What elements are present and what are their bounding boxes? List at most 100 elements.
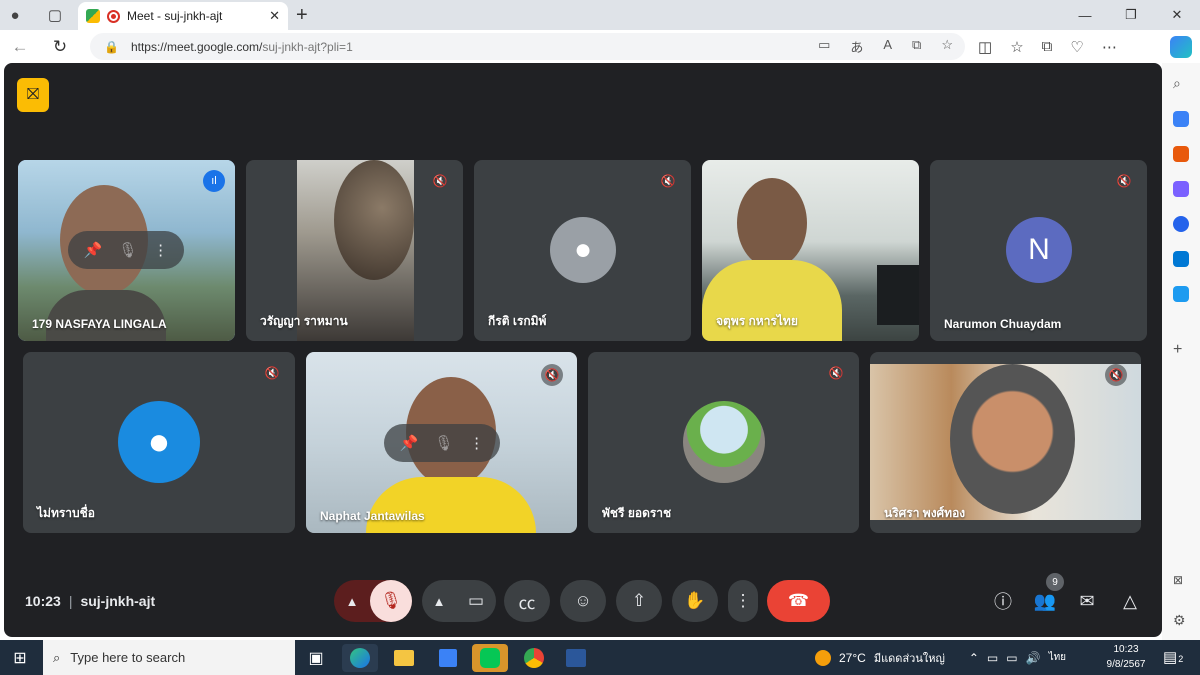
notifications-icon[interactable]: ▤2 [1163, 648, 1183, 666]
more-options-icon[interactable]: ⋮ [153, 241, 168, 259]
minimize-icon[interactable]: — [1062, 0, 1108, 30]
network-icon[interactable]: ▭ [987, 651, 998, 665]
battery-icon[interactable]: ▭ [1006, 651, 1017, 665]
back-icon[interactable]: ← [0, 37, 40, 57]
meeting-details-icon[interactable]: ⓘ [988, 586, 1018, 616]
split-screen-icon[interactable]: ◫ [978, 38, 992, 56]
edge-app-icon[interactable] [342, 644, 378, 672]
favorite-star-icon[interactable]: ☆ [941, 37, 953, 56]
games-icon[interactable] [1173, 181, 1189, 197]
profile-icon[interactable]: ● [0, 0, 30, 30]
participant-name: วรัญญา ราหมาน [260, 314, 348, 328]
file-explorer-icon[interactable] [386, 644, 422, 672]
mute-mic-icon[interactable]: 🎙 [118, 241, 137, 259]
refresh-icon[interactable]: ↻ [40, 37, 80, 57]
more-menu-icon[interactable]: ⋯ [1102, 38, 1117, 56]
muted-icon: 🔇 [1105, 364, 1127, 386]
emoji-reactions-button[interactable]: ☺ [560, 580, 606, 622]
tab-meet[interactable]: Meet - suj-jnkh-ajt ✕ [78, 2, 288, 30]
participant-name: ไม่ทราบชื่อ [37, 506, 96, 520]
chrome-app-icon[interactable] [516, 644, 552, 672]
hide-sidebar-icon[interactable]: ⊠ [1173, 573, 1189, 589]
meet-stage [4, 63, 1162, 637]
search-icon[interactable]: ⌕ [1173, 75, 1189, 91]
collections-icon[interactable]: ⧉ [1042, 38, 1053, 55]
send-icon[interactable] [1173, 286, 1189, 302]
language-indicator[interactable]: ไทย [1049, 650, 1066, 665]
tab-actions-icon[interactable]: ▢ [40, 0, 70, 30]
mic-control-group: ▲ 🎙 [334, 580, 412, 622]
tab-close-icon[interactable]: ✕ [269, 8, 280, 24]
settings-gear-icon[interactable]: ⚙ [1173, 612, 1189, 628]
participant-tile[interactable]: 📌 🎙 ⋮ 🔇 Naphat Jantawilas [306, 352, 577, 533]
app-available-icon[interactable]: ⧉ [912, 37, 921, 56]
camera-button[interactable]: ▭ [456, 591, 496, 611]
url-path: suj-jnkh-ajt?pli=1 [262, 39, 353, 54]
windows-start-icon[interactable]: ⊞ [0, 640, 40, 675]
weather-desc: มีแดดส่วนใหญ่ [873, 652, 945, 665]
camera-off-badge-icon[interactable]: ⛝ [17, 78, 49, 112]
participant-tile[interactable]: ● 🔇 ไม่ทราบชื่อ [23, 352, 295, 533]
participant-tile[interactable]: 🔇 นริศรา พงศ์ทอง [870, 352, 1141, 533]
raise-hand-button[interactable]: ✋ [672, 580, 718, 622]
shopping-icon[interactable] [1173, 111, 1189, 127]
participant-shirt [366, 477, 536, 533]
participant-tile[interactable]: ● 🔇 กีรติ เรกมิพ์ [474, 160, 691, 341]
edge-sidebar: ⌕ + ⊠ ⚙ [1162, 63, 1200, 640]
participant-tile[interactable]: จตุพร กหารไทย [702, 160, 919, 341]
browser-essentials-icon[interactable]: ♡ [1070, 38, 1083, 56]
meet-favicon-icon [86, 9, 100, 23]
leave-call-button[interactable]: ☎ [767, 580, 830, 622]
present-screen-button[interactable]: ⇧ [616, 580, 662, 622]
pin-icon[interactable]: 📌 [400, 434, 419, 452]
activities-icon[interactable]: △ [1115, 586, 1145, 616]
clock-date: 9/8/2567 [1106, 659, 1146, 670]
mic-off-button[interactable]: 🎙 [370, 580, 412, 622]
system-clock[interactable]: 10:23 9/8/2567 [1100, 642, 1152, 672]
participant-tile[interactable]: 🔇 พัชรี ยอดราช [588, 352, 859, 533]
tools-icon[interactable] [1173, 146, 1189, 162]
lock-icon: 🔒 [104, 39, 119, 54]
store-app-icon[interactable] [430, 644, 466, 672]
volume-icon[interactable]: 🔊 [1026, 651, 1041, 665]
participant-name: พัชรี ยอดราช [602, 506, 672, 520]
task-view-icon[interactable]: ▣ [298, 644, 334, 672]
tray-chevron-icon[interactable]: ⌃ [969, 651, 979, 665]
read-aloud-icon[interactable]: A [883, 37, 892, 56]
add-icon[interactable]: + [1173, 341, 1189, 358]
browser-toolbar: ◫ ☆ ⧉ ♡ ⋯ [978, 30, 1117, 63]
taskbar-search[interactable]: ⌕ Type here to search [43, 640, 295, 675]
mic-options-chevron-icon[interactable]: ▲ [334, 594, 370, 609]
participant-name: 179 NASFAYA LINGALA [32, 317, 167, 331]
participant-tile[interactable]: ıl 📌 🎙 ⋮ 179 NASFAYA LINGALA [18, 160, 235, 341]
captions-button[interactable]: ㏄ [504, 580, 550, 622]
windows-taskbar: ⊞ ⌕ Type here to search ▣ 27°C มีแดดส่วน… [0, 640, 1200, 675]
outlook-icon[interactable] [1173, 251, 1189, 267]
participant-tile[interactable]: N 🔇 Narumon Chuaydam [930, 160, 1147, 341]
office-icon[interactable] [1173, 216, 1189, 232]
meeting-info: 10:23 | suj-jnkh-ajt [25, 593, 155, 609]
more-options-icon[interactable]: ⋮ [469, 434, 484, 452]
new-tab-button[interactable]: + [296, 4, 308, 27]
tab-title: Meet - suj-jnkh-ajt [127, 9, 223, 23]
mute-mic-icon[interactable]: 🎙 [434, 434, 453, 452]
word-app-icon[interactable] [558, 644, 594, 672]
favorites-icon[interactable]: ☆ [1010, 38, 1023, 56]
pin-icon[interactable]: 📌 [84, 241, 103, 259]
copilot-icon[interactable] [1170, 36, 1192, 58]
restore-icon[interactable]: ❐ [1108, 0, 1154, 30]
camera-permission-icon[interactable]: ▭ [818, 37, 830, 56]
speaking-indicator-icon: ıl [203, 170, 225, 192]
chat-icon[interactable]: ✉ [1072, 586, 1102, 616]
url-host: https://meet.google.com/ [130, 39, 263, 54]
meeting-time: 10:23 [25, 593, 61, 609]
participant-shoulders [46, 290, 166, 341]
camera-options-chevron-icon[interactable]: ▲ [422, 594, 456, 609]
participant-tile[interactable]: 🔇 วรัญญา ราหมาน [246, 160, 463, 341]
close-window-icon[interactable]: ✕ [1154, 0, 1200, 30]
background-monitor [877, 265, 919, 325]
line-app-icon[interactable] [472, 644, 508, 672]
translate-icon[interactable]: あ [850, 37, 863, 56]
url-field[interactable]: 🔒 https://meet.google.com/suj-jnkh-ajt?p… [90, 33, 965, 60]
more-options-button[interactable]: ⋮ [728, 580, 758, 622]
